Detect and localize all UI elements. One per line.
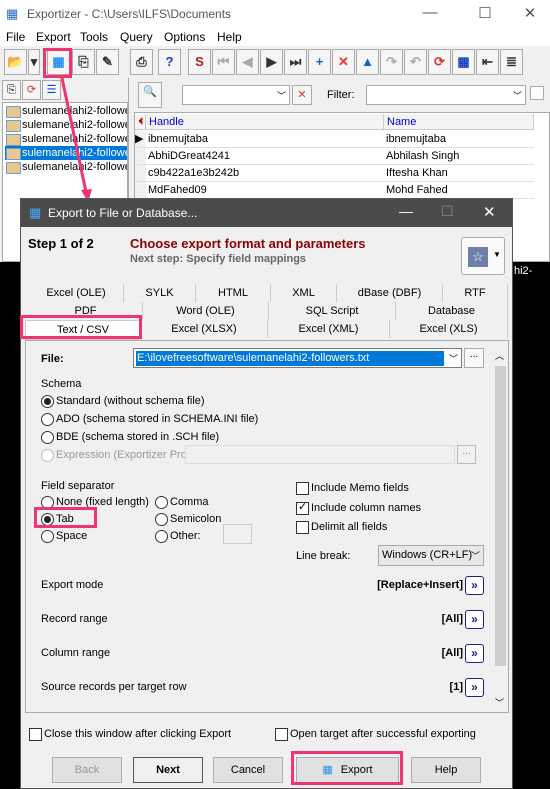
separator-semicolon-radio[interactable]: Semicolon — [155, 513, 221, 526]
close-after-export-checkbox[interactable]: Close this window after clicking Export — [29, 728, 231, 741]
export-button-highlight — [291, 751, 403, 785]
chevron-down-icon: ▼ — [493, 250, 501, 259]
file-path-combo[interactable]: E:\ilovefreesoftware\sulemanelahi2-follo… — [133, 348, 462, 368]
chevron-down-icon: ﹀ — [470, 551, 480, 561]
separator-comma-radio[interactable]: Comma — [155, 496, 209, 509]
dialog-maximize-button[interactable]: ☐ — [441, 203, 454, 220]
tab-excel-xls[interactable]: Excel (XLS) — [390, 320, 508, 338]
other-separator-input[interactable] — [223, 524, 252, 544]
setting-expand-button[interactable]: » — [465, 644, 484, 663]
schema-expression-radio: Expression (Exportizer Pro) — [41, 449, 191, 462]
favorites-button[interactable]: ☆ ▼ — [461, 237, 505, 275]
scrollbar-thumb[interactable] — [495, 366, 506, 666]
separator-other-radio[interactable]: Other: — [155, 530, 201, 543]
separator-label: Field separator — [41, 480, 115, 492]
separator-space-radio[interactable]: Space — [41, 530, 87, 543]
schema-bde-radio[interactable]: BDE (schema stored in .SCH file) — [41, 431, 219, 444]
setting-expand-button[interactable]: » — [465, 610, 484, 629]
dialog-minimize-button[interactable]: — — [399, 203, 413, 219]
text-csv-tab-highlight — [20, 315, 142, 339]
tab-excel-xlsx[interactable]: Excel (XLSX) — [141, 320, 268, 338]
schema-label: Schema — [41, 378, 82, 390]
setting-value: [1] — [449, 681, 463, 693]
setting-label: Source records per target row — [41, 681, 187, 693]
chevron-down-icon: ﹀ — [448, 354, 458, 364]
setting-label: Column range — [41, 647, 111, 659]
setting-label: Export mode — [41, 579, 104, 591]
schema-standard-radio[interactable]: Standard (without schema file) — [41, 395, 205, 408]
next-button[interactable]: Next — [133, 757, 203, 783]
tab-sql-script[interactable]: SQL Script — [269, 302, 396, 320]
options-panel: File: E:\ilovefreesoftware\sulemanelahi2… — [25, 340, 509, 713]
tab-radio-highlight — [34, 507, 97, 528]
open-target-checkbox[interactable]: Open target after successful exporting — [275, 728, 476, 741]
setting-value: [Replace+Insert] — [377, 579, 463, 591]
back-button[interactable]: Back — [52, 757, 122, 783]
tab-excel-xml[interactable]: Excel (XML) — [268, 320, 390, 338]
star-icon: ☆ — [468, 247, 488, 267]
setting-value: [All] — [441, 613, 463, 625]
tab-word-ole[interactable]: Word (OLE) — [143, 302, 269, 320]
tab-sylk[interactable]: SYLK — [124, 284, 196, 302]
schema-ado-radio[interactable]: ADO (schema stored in SCHEMA.INI file) — [41, 413, 258, 426]
file-label: File: — [41, 353, 64, 365]
scroll-up-icon[interactable]: ︿ — [495, 349, 504, 362]
step-heading: Choose export format and parameters — [130, 236, 366, 251]
line-break-value: Windows (CR+LF) — [382, 549, 473, 561]
dialog-title: Export to File or Database... — [48, 206, 198, 220]
browse-button[interactable]: ... — [464, 348, 484, 368]
tab-html[interactable]: HTML — [196, 284, 271, 302]
step-indicator: Step 1 of 2 — [28, 236, 94, 251]
export-dialog: ▦ Export to File or Database... — ☐ ✕ St… — [20, 198, 513, 789]
tab-database[interactable]: Database — [396, 302, 508, 320]
next-step-text: Next step: Specify field mappings — [130, 253, 307, 265]
help-button[interactable]: Help — [411, 757, 481, 783]
scroll-down-icon[interactable]: ﹀ — [495, 696, 504, 709]
vertical-scrollbar[interactable]: ︿ ﹀ — [493, 341, 508, 712]
include-column-names-checkbox[interactable]: Include column names — [296, 501, 421, 515]
tab-dbase-dbf[interactable]: dBase (DBF) — [337, 284, 443, 302]
file-path-value: E:\ilovefreesoftware\sulemanelahi2-follo… — [136, 351, 444, 366]
cancel-button[interactable]: Cancel — [213, 757, 283, 783]
delimit-all-fields-checkbox[interactable]: Delimit all fields — [296, 521, 387, 534]
dialog-title-bar: ▦ Export to File or Database... — ☐ ✕ — [21, 199, 512, 227]
include-memo-checkbox[interactable]: Include Memo fields — [296, 482, 409, 495]
tab-excel-ole[interactable]: Excel (OLE) — [29, 284, 124, 302]
export-icon: ▦ — [29, 205, 42, 220]
tab-rtf[interactable]: RTF — [443, 284, 508, 302]
expression-browse-button: ... — [457, 445, 476, 464]
line-break-label: Line break: — [296, 550, 351, 562]
setting-value: [All] — [441, 647, 463, 659]
setting-expand-button[interactable]: » — [465, 576, 484, 595]
expression-input — [185, 445, 455, 464]
setting-label: Record range — [41, 613, 108, 625]
tab-xml[interactable]: XML — [271, 284, 337, 302]
line-break-select[interactable]: Windows (CR+LF) ﹀ — [378, 545, 484, 566]
setting-expand-button[interactable]: » — [465, 678, 484, 697]
dialog-close-button[interactable]: ✕ — [483, 203, 496, 221]
